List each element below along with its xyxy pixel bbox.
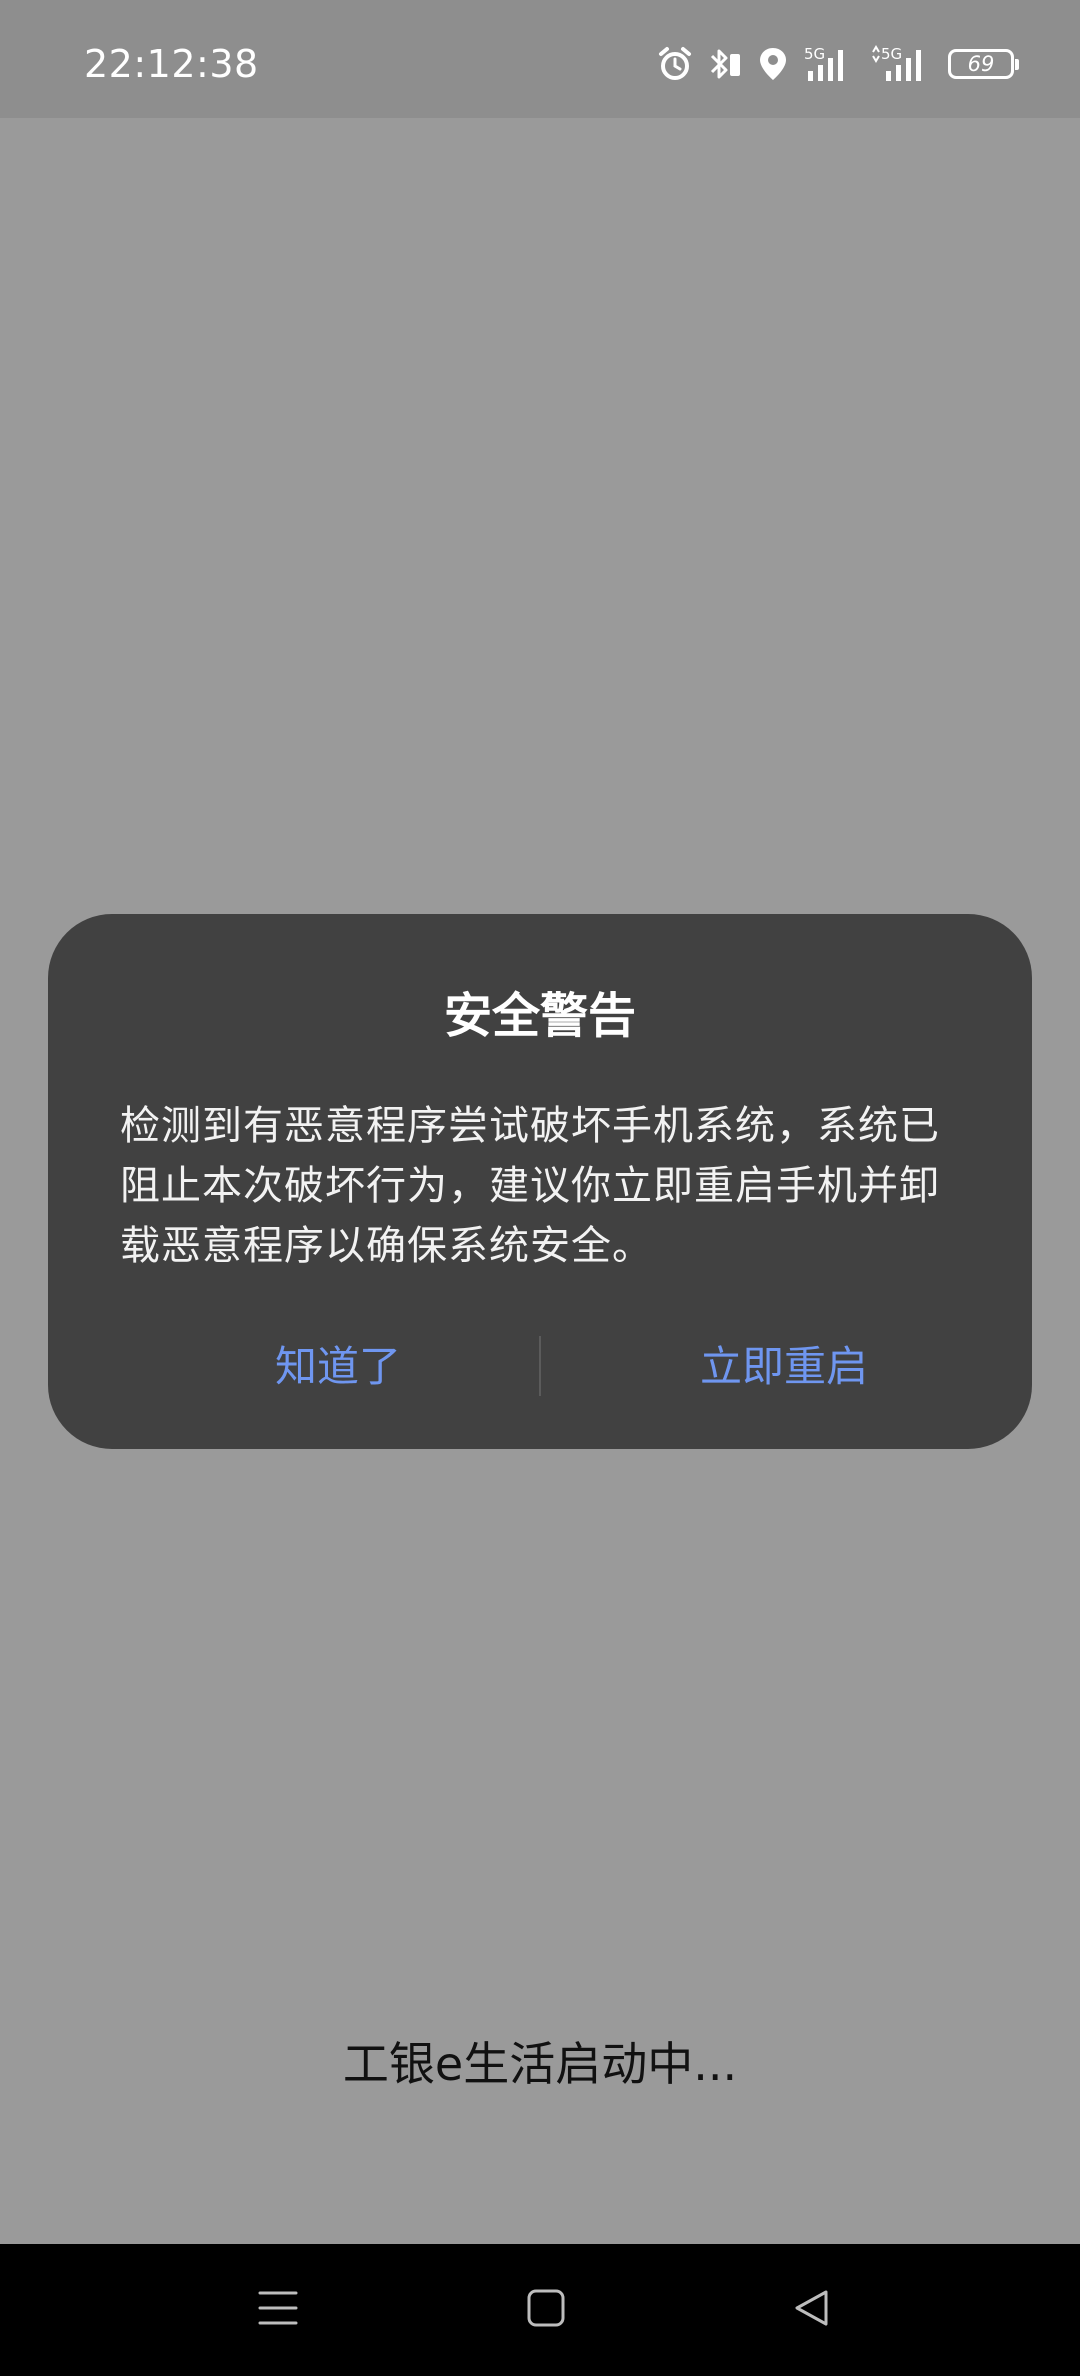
home-icon xyxy=(526,2288,566,2332)
menu-button[interactable] xyxy=(218,2244,338,2376)
alarm-icon xyxy=(658,46,692,82)
battery-level: 69 xyxy=(967,52,995,76)
home-button[interactable] xyxy=(486,2244,606,2376)
network-label-1: 5G xyxy=(804,45,825,63)
dialog-message: 检测到有恶意程序尝试破坏手机系统，系统已阻止本次破坏行为，建议你立即重启手机并卸… xyxy=(120,1103,940,1269)
signal-5g-icon: 5G xyxy=(804,45,854,83)
battery-icon: 69 xyxy=(948,49,1019,79)
app-loading-text: 工银e生活启动中... xyxy=(342,2037,738,2091)
dismiss-button[interactable]: 知道了 xyxy=(138,1332,538,1402)
navigation-bar xyxy=(0,2244,1080,2376)
back-button[interactable] xyxy=(752,2244,872,2376)
back-icon xyxy=(792,2288,832,2332)
signal-5g-data-icon: 5G xyxy=(870,45,932,83)
status-time: 22:12:38 xyxy=(84,42,259,86)
dialog-buttons: 知道了 立即重启 xyxy=(48,1332,1032,1402)
menu-icon xyxy=(258,2288,298,2332)
status-icons: 5G 5G 69 xyxy=(658,40,1019,88)
button-divider xyxy=(539,1336,541,1396)
status-bar: 22:12:38 5G 5G 69 xyxy=(0,0,1080,118)
network-label-2: 5G xyxy=(881,45,902,63)
security-alert-dialog: 安全警告 检测到有恶意程序尝试破坏手机系统，系统已阻止本次破坏行为，建议你立即重… xyxy=(48,914,1032,1449)
location-icon xyxy=(758,46,788,82)
restart-now-button[interactable]: 立即重启 xyxy=(584,1332,984,1402)
bluetooth-icon xyxy=(708,46,742,82)
dialog-title: 安全警告 xyxy=(443,988,636,1044)
